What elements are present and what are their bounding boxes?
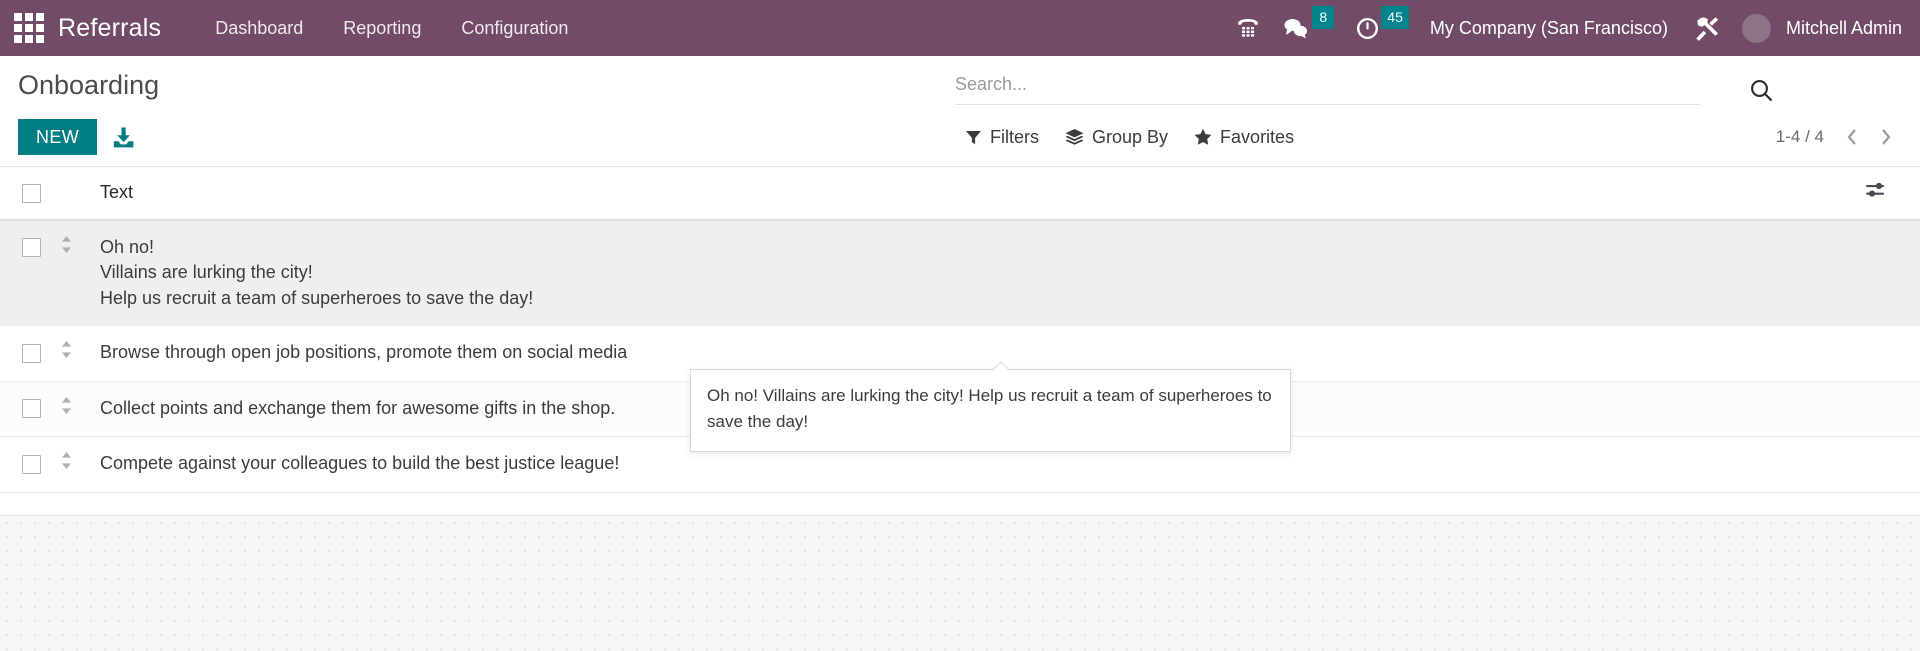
row-checkbox[interactable] (22, 399, 41, 419)
control-panel-top-row: Onboarding (0, 56, 1920, 108)
import-download-icon[interactable] (111, 125, 136, 150)
wrench-screwdriver-icon[interactable] (1682, 0, 1731, 56)
search-area (955, 74, 1773, 105)
table-row[interactable]: Oh no! Villains are lurking the city! He… (0, 219, 1920, 327)
tooltip-arrow-icon (993, 361, 1009, 370)
list-header: Text (0, 166, 1920, 221)
row-select-cell (0, 381, 60, 438)
pager-previous-button[interactable] (1838, 125, 1867, 149)
row-checkbox[interactable] (22, 454, 41, 474)
messages-counter-badge: 8 (1312, 6, 1335, 29)
row-text-tooltip: Oh no! Villains are lurking the city! He… (690, 369, 1291, 452)
select-all-checkbox[interactable] (22, 184, 41, 203)
nav-menu-reporting[interactable]: Reporting (323, 0, 441, 56)
control-panel-bottom-row: NEW Filters Group By Favorites 1-4 / 4 (0, 108, 1920, 166)
page-background (0, 515, 1920, 651)
row-select-cell (0, 219, 60, 327)
search-view-tools: Filters Group By Favorites (965, 127, 1294, 148)
group-by-dropdown[interactable]: Group By (1065, 127, 1168, 148)
row-text-cell: Oh no! Villains are lurking the city! He… (100, 219, 1864, 327)
row-select-cell (0, 436, 60, 493)
avatar[interactable] (1731, 0, 1775, 56)
drag-handle-icon[interactable] (60, 340, 73, 359)
search-input[interactable] (955, 74, 1700, 95)
filters-dropdown[interactable]: Filters (965, 127, 1039, 148)
page-title: Onboarding (18, 70, 160, 100)
row-options-cell (1864, 219, 1920, 327)
row-checkbox[interactable] (22, 238, 41, 258)
row-options-cell (1864, 436, 1920, 493)
filters-label: Filters (990, 126, 1039, 147)
select-all-header (0, 166, 60, 221)
app-brand-referrals[interactable]: Referrals (58, 14, 161, 43)
pager: 1-4 / 4 (1776, 125, 1900, 149)
messages-menu[interactable]: 8 (1272, 0, 1345, 56)
row-text-line: Browse through open job positions, promo… (100, 342, 628, 363)
group-by-label: Group By (1092, 126, 1169, 147)
row-checkbox[interactable] (22, 343, 41, 363)
row-options-cell (1864, 381, 1920, 438)
tooltip-text: Oh no! Villains are lurking the city! He… (707, 386, 1272, 432)
drag-handle-icon[interactable] (60, 396, 73, 415)
nav-menu-dashboard[interactable]: Dashboard (195, 0, 323, 56)
activities-menu[interactable]: 45 (1345, 0, 1420, 56)
apps-grid-icon[interactable] (14, 13, 44, 43)
activities-counter-badge: 45 (1381, 6, 1409, 29)
magnifier-icon[interactable] (1745, 74, 1778, 112)
company-switcher[interactable]: My Company (San Francisco) (1420, 18, 1682, 39)
pager-range: 1-4 / 4 (1775, 127, 1824, 146)
voip-phone-icon[interactable] (1224, 0, 1272, 56)
row-handle-cell (60, 436, 100, 493)
row-text-line: Oh no! (100, 236, 155, 257)
column-header-text[interactable]: Text (100, 166, 1864, 221)
optional-columns-header (1864, 166, 1920, 221)
control-panel: Onboarding NEW (0, 56, 1920, 166)
favorites-label: Favorites (1220, 126, 1295, 147)
row-text-line: Help us recruit a team of superheroes to… (100, 287, 534, 308)
nav-menu-configuration[interactable]: Configuration (441, 0, 588, 56)
row-select-cell (0, 325, 60, 382)
drag-handle-icon[interactable] (60, 451, 73, 470)
sliders-icon[interactable] (1864, 181, 1886, 199)
row-text-line: Villains are lurking the city! (100, 262, 313, 283)
row-handle-cell (60, 381, 100, 438)
pager-next-button[interactable] (1871, 125, 1900, 149)
search-box[interactable] (955, 74, 1773, 105)
row-handle-cell (60, 219, 100, 327)
row-text-line: Compete against your colleagues to build… (100, 453, 620, 474)
row-options-cell (1864, 325, 1920, 382)
new-button[interactable]: NEW (18, 119, 98, 155)
top-navbar: Referrals Dashboard Reporting Configurat… (0, 0, 1920, 56)
list-header-row: Text (0, 166, 1920, 221)
favorites-dropdown[interactable]: Favorites (1194, 127, 1294, 148)
handle-column-header (60, 166, 100, 221)
user-menu-label[interactable]: Mitchell Admin (1775, 18, 1920, 39)
drag-handle-icon[interactable] (60, 235, 73, 254)
row-handle-cell (60, 325, 100, 382)
